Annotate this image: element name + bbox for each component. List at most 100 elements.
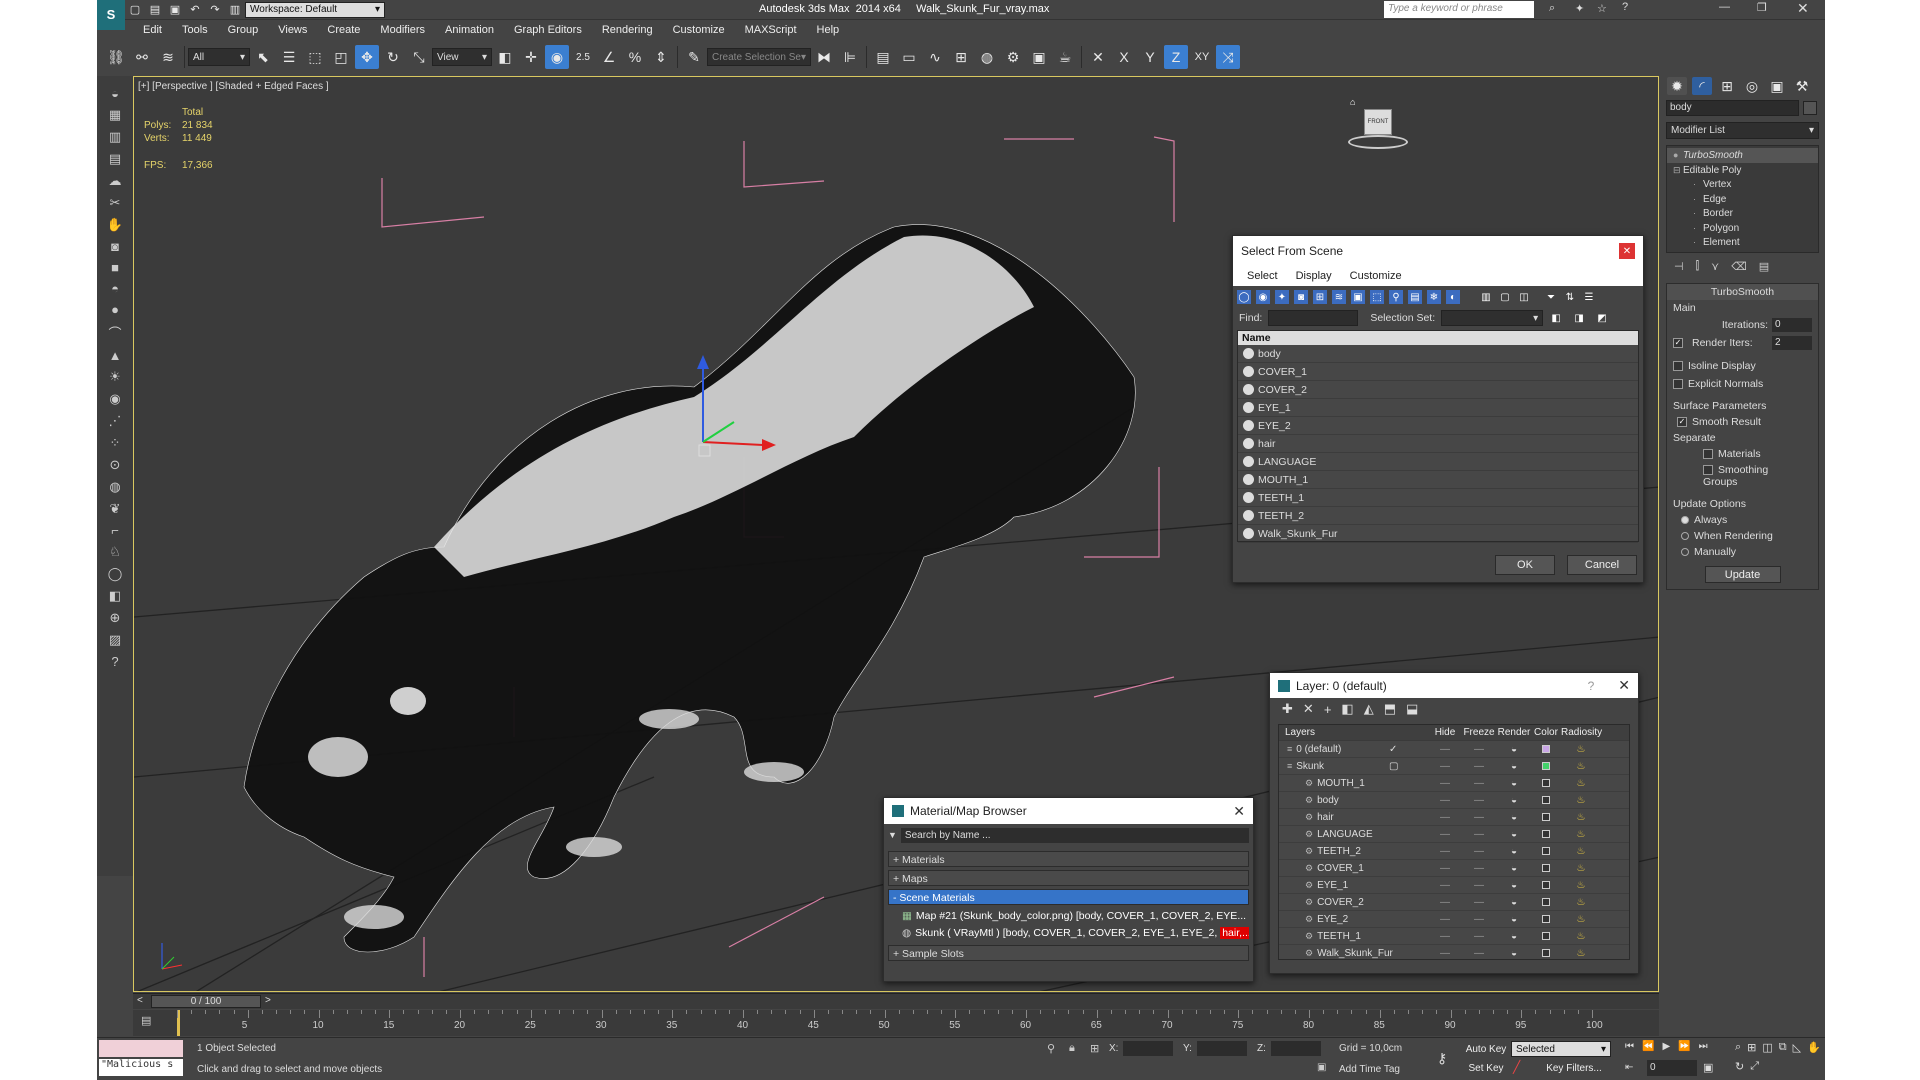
dialog-menu-customize[interactable]: Customize [1350,270,1402,282]
box-icon[interactable]: ■ [111,260,119,275]
layer-column-radiosity[interactable]: Radiosity [1561,727,1602,738]
utilities-tab-icon[interactable]: ⚒ [1792,77,1812,95]
set-key-button[interactable]: Set Key [1465,1060,1507,1076]
maximize-viewport-icon[interactable]: ⤢ [1750,1060,1759,1073]
freeze-toggle[interactable]: — [1461,914,1497,925]
new-file-icon[interactable]: ▢ [126,1,144,19]
render-icon[interactable]: ▦ [109,107,121,123]
close-icon[interactable]: ✕ [1619,243,1635,259]
search-icon[interactable]: ⌕ [1549,2,1555,15]
radiosity-icon[interactable]: ♨ [1561,897,1601,908]
camera-icon[interactable]: ◙ [111,239,119,254]
modifier-stack-item[interactable]: · Border [1667,206,1818,221]
add-set-icon[interactable]: ◨ [1572,311,1586,325]
object-color-swatch[interactable] [1803,101,1817,115]
scene-icon[interactable]: ◧ [109,588,121,604]
layer-color-swatch[interactable] [1542,796,1550,804]
display-none-icon[interactable]: ▢ [1498,290,1512,304]
create-layer-icon[interactable]: ✚ [1282,701,1293,717]
play-icon[interactable]: ▶ [1662,1041,1670,1052]
scene-object-item[interactable]: COVER_2 [1238,381,1638,399]
scene-object-item[interactable]: EYE_1 [1238,399,1638,417]
absolute-mode-icon[interactable]: ⊞ [1090,1042,1099,1055]
helper-icon[interactable]: ⊙ [110,457,121,473]
keyboard-shortcut-override-icon[interactable]: ◉ [545,45,569,69]
render-teapot-icon[interactable]: ◒ [1497,880,1531,891]
prev-key-icon[interactable]: ⏪ [1642,1041,1654,1052]
browser-section-header[interactable]: - Scene Materials [888,889,1249,905]
layer-color-swatch[interactable] [1542,898,1550,906]
field-of-view-icon[interactable]: ◺ [1793,1041,1801,1054]
display-bones-icon[interactable]: ⚲ [1389,290,1403,304]
hide-toggle[interactable]: — [1429,778,1461,789]
snaps-toggle-icon[interactable]: 2.5 [571,45,595,69]
layer-color-swatch[interactable] [1542,762,1550,770]
menu-item-graph-editors[interactable]: Graph Editors [504,24,592,36]
render-teapot-icon[interactable]: ◒ [1497,744,1531,755]
redo-icon[interactable]: ↷ [206,1,224,19]
render-teapot-icon[interactable]: ◒ [1497,761,1531,772]
dots-icon[interactable]: ⁘ [110,435,121,451]
layer-manager-icon[interactable]: ▤ [871,45,895,69]
freeze-toggle[interactable]: — [1461,795,1497,806]
hide-toggle[interactable]: — [1429,795,1461,806]
make-unique-icon[interactable]: ⋎ [1711,260,1719,273]
display-geometry-icon[interactable]: ◯ [1237,290,1251,304]
render-iters-spinner[interactable]: 2 [1772,336,1812,350]
create-tab-icon[interactable]: ✹ [1667,77,1687,95]
layer-active-box[interactable]: ▢ [1389,761,1398,772]
set-key-icon[interactable]: ╱ [1513,1060,1520,1074]
curve-editor-icon[interactable]: ∿ [923,45,947,69]
layer-row[interactable]: ≡ Skunk — — ◒ ♨ ▢ [1279,758,1629,775]
window-crossing-icon[interactable]: ◰ [329,45,353,69]
hide-toggle[interactable]: — [1429,914,1461,925]
remove-set-icon[interactable]: ◩ [1595,311,1609,325]
manually-radio[interactable] [1681,548,1689,557]
radiosity-icon[interactable]: ♨ [1561,761,1601,772]
freeze-toggle[interactable]: — [1461,863,1497,874]
layer-row[interactable]: ⚙ EYE_2— — ◒ ♨ [1279,911,1629,928]
book-icon[interactable]: ▥ [109,129,121,145]
radiosity-icon[interactable]: ♨ [1561,880,1601,891]
display-invert-icon[interactable]: ◫ [1517,290,1531,304]
project-folder-icon[interactable]: ▥ [226,1,244,19]
planet-icon[interactable]: ◉ [109,391,120,407]
radiosity-icon[interactable]: ♨ [1561,846,1601,857]
layer-row[interactable]: ⚙ TEETH_1— — ◒ ♨ [1279,928,1629,945]
teapot-icon[interactable]: ◒ [111,86,119,101]
current-layer-check-icon[interactable]: ✓ [1389,744,1397,755]
layer-row[interactable]: ⚙ hair — — ◒ ♨ [1279,809,1629,826]
maxscript-output[interactable]: "Malicious s [99,1059,183,1076]
mirror-icon[interactable]: ⧓ [812,45,836,69]
scene-object-item[interactable]: MOUTH_1 [1238,471,1638,489]
grid-icon[interactable]: ⋰ [109,413,122,429]
material-editor-icon[interactable]: ◍ [975,45,999,69]
hide-toggle[interactable]: — [1429,761,1461,772]
layer-row[interactable]: ⚙ MOUTH_1— — ◒ ♨ [1279,775,1629,792]
cloud-icon[interactable]: ☁ [109,173,122,189]
padlock-icon[interactable]: 🔒︎ [1069,1042,1075,1055]
materials-checkbox[interactable] [1703,449,1713,460]
key-mode-toggle-icon[interactable]: ⇤ [1625,1062,1633,1073]
render-teapot-icon[interactable]: ◒ [1497,931,1531,942]
layer-color-swatch[interactable] [1542,932,1550,940]
freeze-toggle[interactable]: — [1461,778,1497,789]
modifier-list-dropdown[interactable]: Modifier List ▾ [1666,122,1819,139]
hierarchy-tab-icon[interactable]: ⊞ [1717,77,1737,95]
viewcube-compass[interactable] [1348,135,1408,149]
show-end-result-icon[interactable]: ⫿ [1696,260,1700,273]
isoline-checkbox[interactable] [1673,361,1683,372]
display-xrefs-icon[interactable]: ⬚ [1370,290,1384,304]
dialog-menu-display[interactable]: Display [1296,270,1332,282]
unlink-icon[interactable]: ⚯ [130,45,154,69]
next-key-icon[interactable]: ⏩ [1678,1041,1690,1052]
layer-color-swatch[interactable] [1542,779,1550,787]
key-mode-icon[interactable]: ⚷ [1437,1050,1447,1067]
layer-dialog-titlebar[interactable]: Layer: 0 (default) ? ✕ [1270,673,1638,698]
scene-object-item[interactable]: EYE_2 [1238,417,1638,435]
menu-item-rendering[interactable]: Rendering [592,24,663,36]
menu-item-customize[interactable]: Customize [663,24,735,36]
freeze-toggle[interactable]: — [1461,829,1497,840]
home-icon[interactable]: ⌂ [1350,97,1355,107]
layer-column-freeze[interactable]: Freeze [1461,727,1497,738]
